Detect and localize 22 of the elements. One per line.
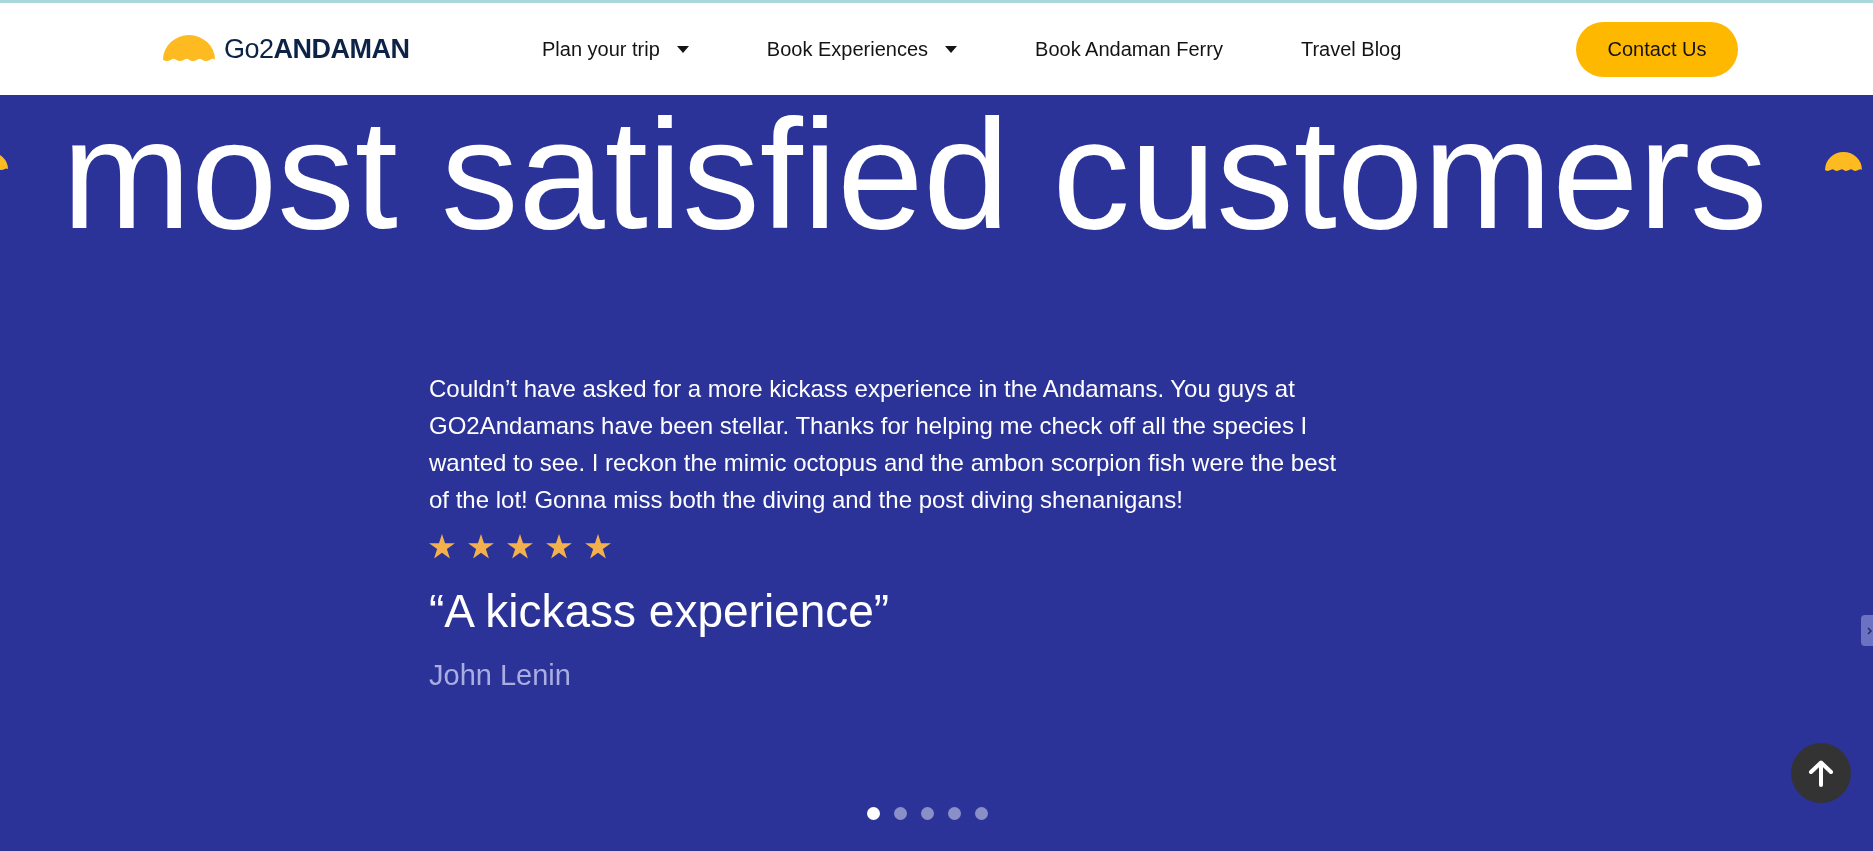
testimonial-quote: Couldn’t have asked for a more kickass experience in the Andamans. You guys at GO2Andamans have been stellar. Thanks for helping me check off all the species I wanted to see. I reckon the mimic octopus and the ambon scorpion fish were the best of the lot! Gonna miss both the diving and the post diving shenanigans! (429, 374, 1338, 515)
nav-link[interactable]: Travel Blog (1300, 34, 1402, 64)
chevron-right-icon (1867, 626, 1872, 635)
arrow-up-icon (1808, 759, 1834, 787)
star-icon (585, 534, 611, 559)
umbrella-icon (1825, 152, 1862, 173)
nav-link[interactable]: Plan your trip (542, 34, 689, 64)
logo-link[interactable]: Go2ANDAMAN (163, 34, 410, 64)
star-icon (507, 534, 533, 559)
author-name: John Lenin (429, 659, 571, 692)
umbrella-icon (163, 34, 215, 64)
nav-link[interactable]: Book Experiences (766, 34, 958, 64)
umbrella-icon (0, 152, 8, 172)
side-tab[interactable] (1861, 615, 1873, 646)
scroll-to-top-button[interactable] (1791, 743, 1851, 803)
star-icon (468, 534, 494, 559)
banner-heading: most satisfied customers (62, 97, 1768, 252)
star-icon (546, 534, 572, 559)
contact-button[interactable]: Contact Us (1576, 21, 1738, 77)
testimonial-title: “A kickass experience” (429, 586, 890, 636)
star-icon (429, 534, 455, 559)
nav-link[interactable]: Book Andaman Ferry (1035, 34, 1223, 64)
